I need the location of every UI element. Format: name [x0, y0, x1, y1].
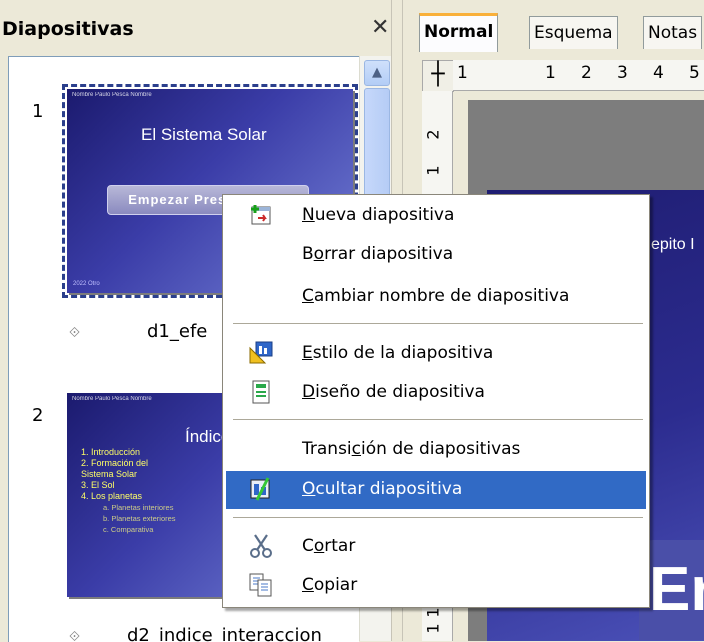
slide-transition-icon: ⟐	[69, 629, 81, 642]
ruler-tick: 1	[423, 623, 443, 634]
ruler-tick: 4	[653, 63, 664, 83]
menu-item-nueva-diapositiva[interactable]: Nueva diapositiva	[226, 197, 646, 235]
slide-name: d2_indice_interaccion	[127, 625, 322, 642]
menu-item-label: Copiar	[302, 575, 358, 595]
scroll-up-arrow-icon[interactable]: ▲	[364, 60, 390, 86]
menu-item-borrar-diapositiva[interactable]: Borrar diapositiva	[226, 236, 646, 274]
ruler-tick: 1	[457, 63, 468, 83]
hide-slide-icon	[248, 476, 274, 502]
thumb-index-list: 1. Introducción 2. Formación del Sistema…	[81, 447, 176, 535]
slide-number: 2	[32, 405, 44, 426]
ruler-tick: 1	[423, 607, 443, 618]
ruler-tick: 3	[617, 63, 628, 83]
thumb-index-subitem: a. Planetas interiores	[103, 503, 174, 512]
thumb-header-text: Nombre Paulo Pesca Nombre	[72, 92, 152, 98]
tab-esquema[interactable]: Esquema	[529, 16, 618, 49]
menu-item-label: Diseño de diapositiva	[302, 382, 485, 402]
copy-icon	[248, 572, 274, 598]
menu-item-ocultar-diapositiva[interactable]: Ocultar diapositiva	[226, 471, 646, 509]
scissors-icon	[248, 533, 274, 559]
thumb-index-subitem: b. Planetas exteriores	[103, 514, 176, 523]
thumb-index-item: 3. El Sol	[81, 480, 115, 490]
menu-separator	[233, 323, 643, 325]
slide-pane-header: Diapositivas ✕	[0, 0, 408, 48]
thumb-index-item: Sistema Solar	[81, 469, 138, 479]
context-menu: Nueva diapositiva Borrar diapositiva Cam…	[222, 194, 650, 608]
slide-style-icon	[248, 340, 274, 366]
ruler-tick: 2	[423, 129, 443, 140]
menu-item-cambiar-nombre[interactable]: Cambiar nombre de diapositiva	[226, 278, 646, 316]
tab-normal[interactable]: Normal	[419, 13, 499, 52]
thumb-index-item: 2. Formación del	[81, 458, 149, 468]
horizontal-ruler: 1 1 2 3 4 5	[453, 60, 704, 91]
menu-item-diseno-diapositiva[interactable]: Diseño de diapositiva	[226, 374, 646, 412]
menu-item-label: Ocultar diapositiva	[302, 479, 463, 499]
ruler-tick: 1	[423, 165, 443, 176]
menu-item-label: Cortar	[302, 536, 356, 556]
menu-separator	[233, 419, 643, 421]
menu-separator	[233, 517, 643, 519]
thumb-title: El Sistema Solar	[141, 125, 267, 144]
menu-item-transicion-diapositivas[interactable]: Transición de diapositivas	[226, 431, 646, 469]
close-icon[interactable]: ✕	[371, 15, 389, 40]
thumb-header-text: Nombre Paulo Pesca Nombre	[72, 396, 152, 402]
ruler-tick: 2	[581, 63, 592, 83]
menu-item-label: Borrar diapositiva	[302, 244, 454, 264]
menu-item-label: Cambiar nombre de diapositiva	[302, 286, 570, 306]
thumb-index-item: 4. Los planetas	[81, 491, 143, 501]
ruler-origin-icon[interactable]: ┼	[422, 60, 454, 92]
slide-layout-icon	[248, 379, 274, 405]
slide-transition-icon: ⟐	[69, 325, 81, 341]
menu-item-estilo-diapositiva[interactable]: Estilo de la diapositiva	[226, 335, 646, 373]
new-slide-icon	[248, 202, 274, 228]
ruler-tick: 5	[689, 63, 700, 83]
thumb-footer-text: 2022 Otro	[73, 281, 100, 287]
thumb-index-subitem: c. Comparativa	[103, 525, 154, 534]
slide-name: d1_efe	[147, 321, 208, 342]
slide-pane-title: Diapositivas	[2, 18, 134, 40]
menu-item-copiar[interactable]: Copiar	[226, 567, 646, 605]
ruler-tick: 1	[545, 63, 556, 83]
thumb-index-item: 1. Introducción	[81, 447, 141, 457]
menu-item-label: Nueva diapositiva	[302, 205, 455, 225]
slide-partial-text: epito I	[651, 236, 695, 253]
menu-item-cortar[interactable]: Cortar	[226, 528, 646, 566]
slide-number: 1	[32, 101, 44, 122]
menu-item-label: Estilo de la diapositiva	[302, 343, 494, 363]
tab-notas[interactable]: Notas	[643, 16, 703, 49]
menu-item-label: Transición de diapositivas	[302, 439, 521, 459]
